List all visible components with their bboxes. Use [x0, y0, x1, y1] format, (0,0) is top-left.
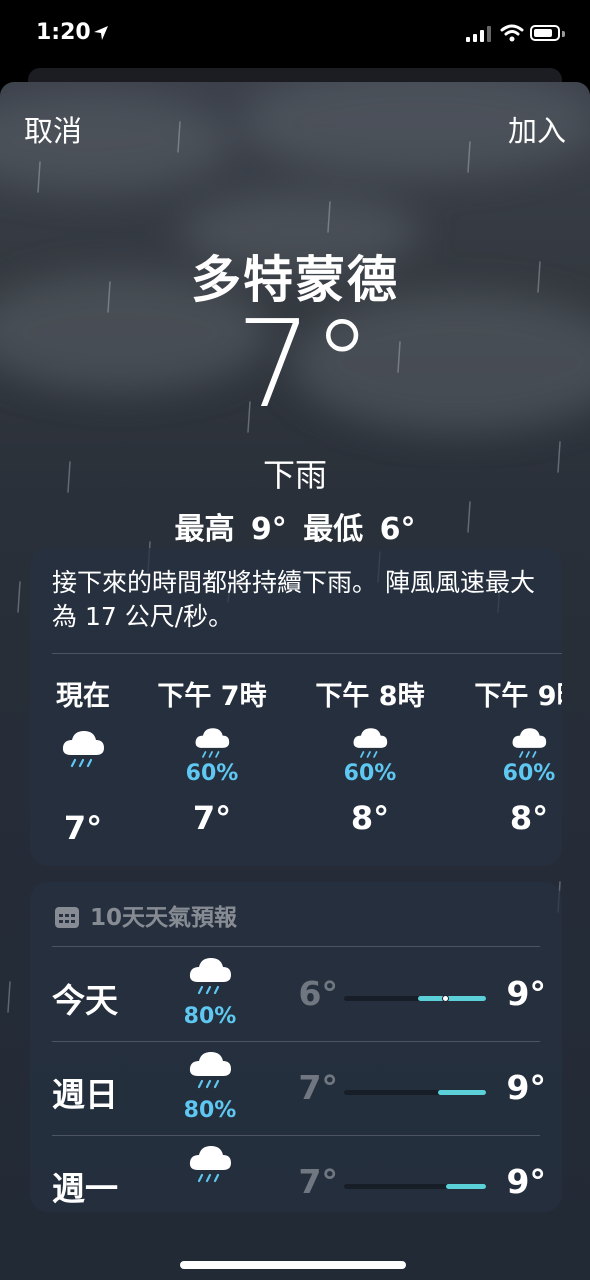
- forecast-low: 7°: [298, 1068, 338, 1107]
- home-indicator[interactable]: [180, 1261, 406, 1269]
- cloud-rain-icon: [62, 731, 104, 768]
- forecast-row: 週一 7° 9°: [30, 1136, 562, 1230]
- hour-precipitation: 60%: [502, 761, 556, 786]
- forecast-high: 9°: [506, 974, 546, 1013]
- forecast-precipitation: 80%: [183, 1098, 237, 1123]
- forecast-header: 10天天氣預報: [54, 898, 237, 932]
- divider: [52, 946, 540, 947]
- temperature-range-bar: [344, 1090, 486, 1095]
- temperature-range-fill: [438, 1090, 486, 1095]
- forecast-low: 6°: [298, 974, 338, 1013]
- temperature-range-fill: [446, 1184, 486, 1189]
- forecast-row: 今天 80% 6° 9°: [30, 948, 562, 1042]
- temperature-range-bar: [344, 995, 486, 1002]
- hour-temperature: 8°: [509, 799, 549, 837]
- temperature-range-fill: [418, 996, 486, 1001]
- cellular-signal-icon: [466, 26, 491, 42]
- cloud-rain-icon: [512, 728, 547, 758]
- cloud-rain-icon: [180, 1142, 240, 1190]
- current-temperature: 7°: [235, 296, 373, 435]
- forecast-day: 週日: [52, 1075, 118, 1114]
- ten-day-forecast-card[interactable]: 10天天氣預報 今天 80% 6° 9° 週日 80% 7° 9° 週一 7° 9°: [30, 882, 562, 1212]
- calendar-icon: [55, 907, 79, 928]
- hour-precipitation: 60%: [343, 761, 397, 786]
- hour-temperature: 8°: [350, 799, 390, 837]
- cloud-rain-icon: [180, 1048, 240, 1096]
- hour-time: 下午 8時: [315, 681, 425, 712]
- hour-precipitation: 60%: [185, 761, 239, 786]
- cancel-button[interactable]: 取消: [24, 108, 82, 150]
- cloud-rain-icon: [180, 954, 240, 1002]
- high-low-temperature: 最高 9° 最低 6°: [174, 512, 416, 547]
- hour-temperature: 7°: [192, 799, 232, 837]
- hour-item: 下午 7時 60% 7°: [132, 674, 292, 837]
- current-temperature-dot: [442, 995, 449, 1002]
- forecast-low: 7°: [298, 1162, 338, 1201]
- temperature-range-bar: [344, 1184, 486, 1189]
- wifi-icon: [500, 24, 524, 42]
- battery-icon: [530, 25, 560, 41]
- forecast-high: 9°: [506, 1068, 546, 1107]
- forecast-day: 今天: [52, 981, 118, 1020]
- divider: [52, 653, 562, 654]
- hour-item: 下午 8時 60% 8°: [290, 674, 450, 837]
- hour-item: 下午 9時 60% 8°: [449, 674, 562, 837]
- forecast-header-label: 10天天氣預報: [90, 905, 238, 931]
- forecast-precipitation: 80%: [183, 1004, 237, 1029]
- hour-time: 下午 9時: [474, 681, 562, 712]
- forecast-high: 9°: [506, 1162, 546, 1201]
- forecast-row: 週日 80% 7° 9°: [30, 1042, 562, 1136]
- add-button[interactable]: 加入: [508, 108, 566, 150]
- hourly-forecast-card[interactable]: 接下來的時間都將持續下雨。 陣風風速最大為 17 公尺/秒。 現在 7° 下午 …: [30, 548, 562, 866]
- weather-summary: 接下來的時間都將持續下雨。 陣風風速最大為 17 公尺/秒。: [52, 568, 535, 631]
- cloud-rain-icon: [195, 728, 230, 758]
- hourly-clip: 接下來的時間都將持續下雨。 陣風風速最大為 17 公尺/秒。 現在 7° 下午 …: [30, 548, 562, 866]
- location-arrow-icon: [94, 26, 108, 40]
- status-bar: 1:20: [0, 0, 590, 70]
- forecast-day: 週一: [52, 1169, 118, 1208]
- current-condition: 下雨: [262, 456, 327, 494]
- hour-time: 下午 7時: [157, 681, 267, 712]
- battery-cap: [562, 31, 565, 37]
- status-time: 1:20: [36, 20, 91, 45]
- cloud-rain-icon: [353, 728, 388, 758]
